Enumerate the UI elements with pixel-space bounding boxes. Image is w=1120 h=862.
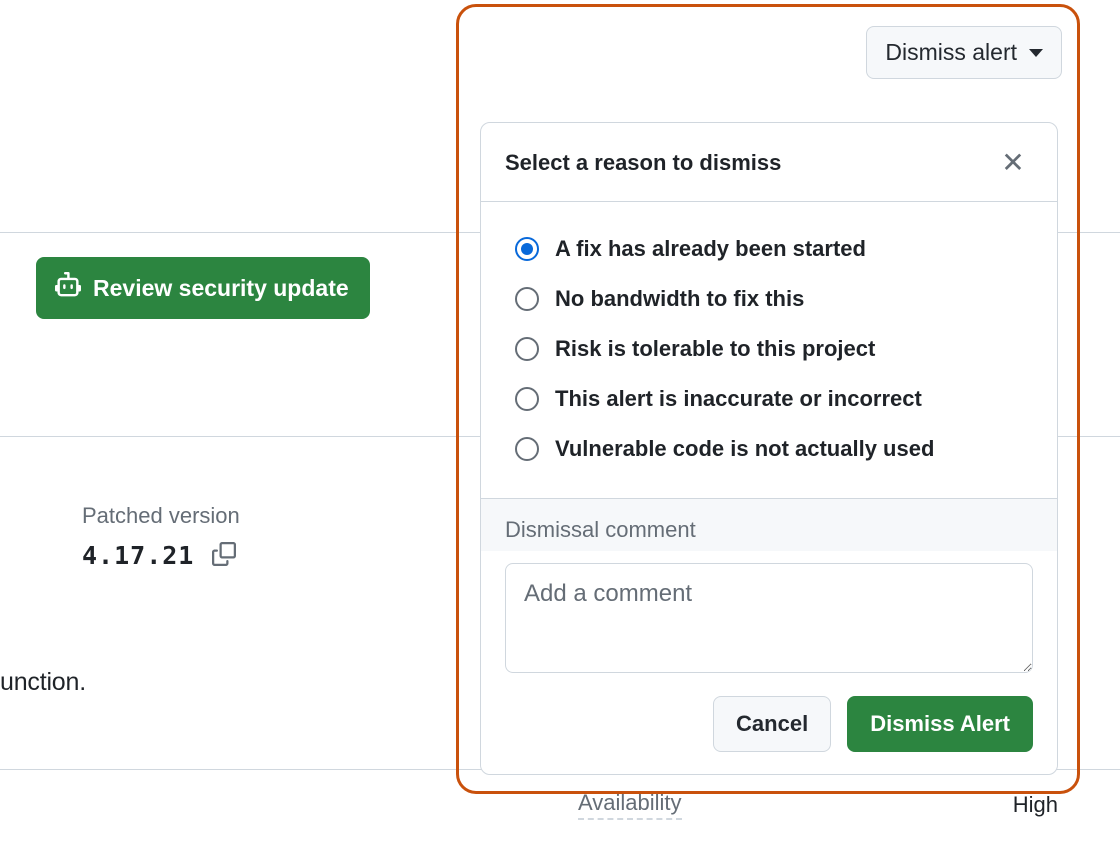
dismiss-alert-dropdown-button[interactable]: Dismiss alert xyxy=(866,26,1062,79)
copy-version-button[interactable] xyxy=(208,539,240,571)
radio-icon xyxy=(515,237,539,261)
patched-version-label: Patched version xyxy=(82,503,240,529)
patched-version-block: Patched version 4.17.21 xyxy=(82,503,240,571)
caret-down-icon xyxy=(1029,49,1043,57)
dismiss-reason-label: Risk is tolerable to this project xyxy=(555,336,875,362)
dismissal-comment-label: Dismissal comment xyxy=(505,517,1033,543)
dismiss-reason-label: No bandwidth to fix this xyxy=(555,286,804,312)
dismiss-alert-popover: Select a reason to dismiss ✕ A fix has a… xyxy=(480,122,1058,775)
dismiss-reason-label: This alert is inaccurate or incorrect xyxy=(555,386,922,412)
dismissal-comment-input[interactable] xyxy=(505,563,1033,673)
review-security-update-button[interactable]: Review security update xyxy=(36,257,370,319)
patched-version-value: 4.17.21 xyxy=(82,541,194,570)
review-button-label: Review security update xyxy=(93,275,349,302)
dismiss-reason-label: A fix has already been started xyxy=(555,236,866,262)
cancel-button[interactable]: Cancel xyxy=(713,696,831,752)
close-icon: ✕ xyxy=(1001,149,1024,177)
dismiss-reason-label: Vulnerable code is not actually used xyxy=(555,436,934,462)
dependabot-icon xyxy=(55,272,81,304)
dismiss-reason-option[interactable]: No bandwidth to fix this xyxy=(505,274,1033,324)
availability-value: High xyxy=(1013,792,1058,818)
dismiss-reason-option[interactable]: A fix has already been started xyxy=(505,224,1033,274)
dismiss-trigger-label: Dismiss alert xyxy=(885,39,1017,66)
radio-icon xyxy=(515,337,539,361)
dismiss-reason-option[interactable]: Risk is tolerable to this project xyxy=(505,324,1033,374)
description-fragment: unction. xyxy=(0,668,86,697)
radio-icon xyxy=(515,287,539,311)
dismiss-alert-submit-button[interactable]: Dismiss Alert xyxy=(847,696,1033,752)
close-popover-button[interactable]: ✕ xyxy=(993,143,1033,183)
popover-title: Select a reason to dismiss xyxy=(505,150,781,176)
radio-icon xyxy=(515,437,539,461)
availability-row: Availability High xyxy=(578,790,1058,820)
dismiss-reason-option[interactable]: Vulnerable code is not actually used xyxy=(505,424,1033,474)
availability-label: Availability xyxy=(578,790,682,820)
radio-icon xyxy=(515,387,539,411)
copy-icon xyxy=(212,542,236,569)
dismiss-reason-option[interactable]: This alert is inaccurate or incorrect xyxy=(505,374,1033,424)
